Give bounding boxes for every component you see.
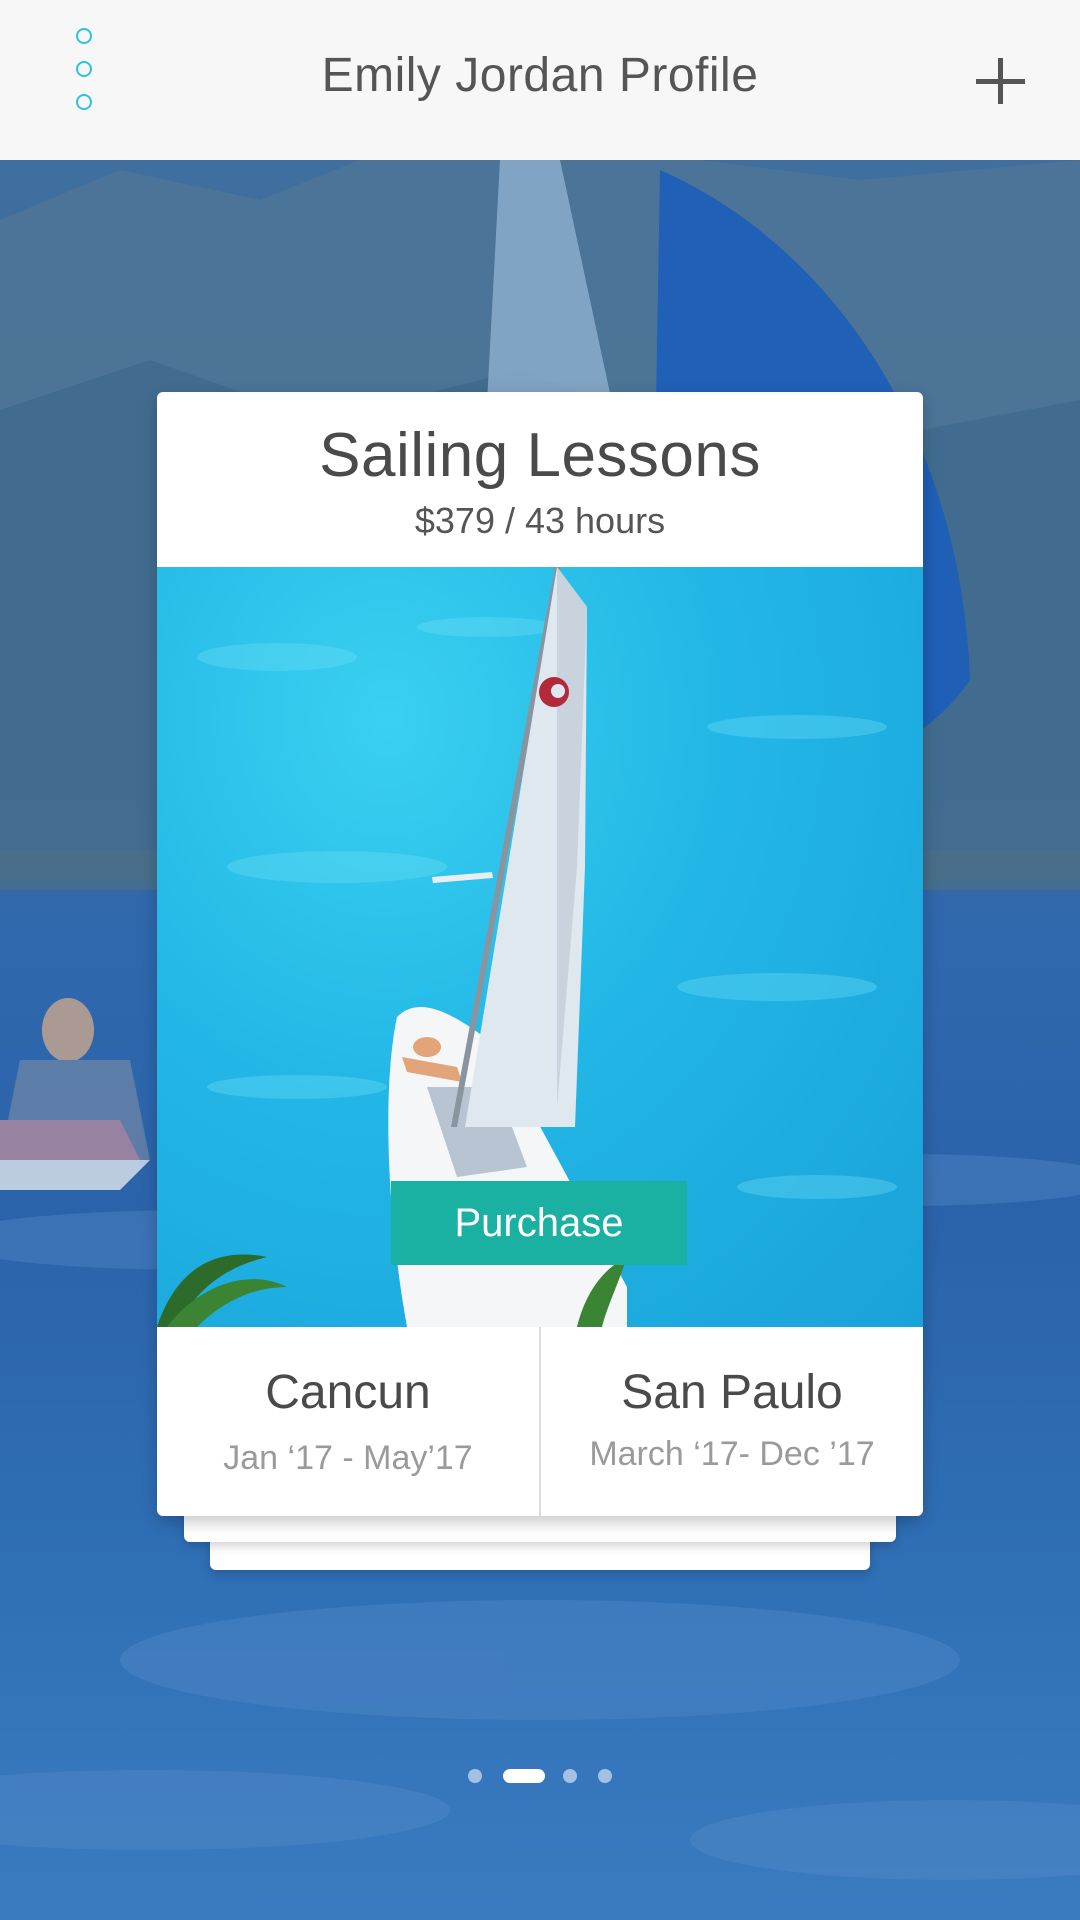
sailboat-photo: Purchase bbox=[157, 567, 923, 1327]
menu-dot bbox=[76, 94, 92, 110]
page-dot[interactable] bbox=[468, 1769, 482, 1783]
location-name: Cancun bbox=[265, 1366, 431, 1419]
page-dot[interactable] bbox=[598, 1769, 612, 1783]
location-dates: Jan ‘17 - May’17 bbox=[223, 1439, 473, 1477]
location-name: San Paulo bbox=[621, 1366, 843, 1419]
location-cancun[interactable]: Cancun Jan ‘17 - May’17 bbox=[157, 1327, 541, 1516]
page-title: Emily Jordan Profile bbox=[321, 49, 759, 102]
menu-dot bbox=[76, 61, 92, 77]
plus-icon[interactable] bbox=[972, 54, 1028, 110]
card-price: $379 / 43 hours bbox=[414, 500, 666, 541]
page-dot-active[interactable] bbox=[503, 1769, 545, 1783]
page-indicator bbox=[0, 1766, 1080, 1786]
page-dot[interactable] bbox=[563, 1769, 577, 1783]
purchase-button[interactable]: Purchase bbox=[391, 1181, 687, 1265]
location-dates: March ‘17- Dec ’17 bbox=[589, 1435, 875, 1473]
lesson-card[interactable]: Sailing Lessons $379 / 43 hours Purchase… bbox=[157, 392, 923, 1516]
locations-row: Cancun Jan ‘17 - May’17 San Paulo March … bbox=[157, 1327, 923, 1516]
vertical-dots-icon[interactable] bbox=[68, 26, 104, 116]
menu-dot bbox=[76, 28, 92, 44]
location-san-paulo[interactable]: San Paulo March ‘17- Dec ’17 bbox=[541, 1327, 923, 1516]
card-title: Sailing Lessons bbox=[319, 421, 761, 490]
top-bar: Emily Jordan Profile bbox=[0, 0, 1080, 160]
